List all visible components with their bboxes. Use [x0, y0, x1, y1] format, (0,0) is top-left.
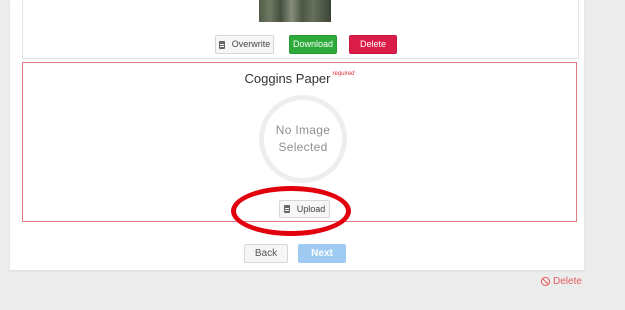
footer-delete-link[interactable]: Delete [541, 276, 582, 287]
document-thumbnail [259, 0, 331, 22]
coggins-paper-title: Coggins Paper required [23, 71, 576, 86]
coggins-paper-label: Coggins Paper [244, 71, 331, 86]
file-icon [218, 40, 225, 49]
no-image-placeholder: No Image Selected [259, 95, 347, 183]
overwrite-label: Overwrite [231, 39, 271, 49]
back-button[interactable]: Back [244, 244, 288, 263]
next-button[interactable]: Next [298, 244, 346, 263]
delete-label: Delete [359, 39, 386, 49]
no-image-text: No Image Selected [275, 123, 331, 154]
overwrite-button[interactable]: Overwrite [215, 35, 274, 54]
back-label: Back [254, 247, 278, 259]
upload-button[interactable]: Upload [279, 200, 330, 218]
upload-label: Upload [296, 203, 326, 214]
coggins-paper-section: Coggins Paper required No Image Selected … [22, 62, 577, 222]
previous-document-section: Overwrite Download Delete [22, 0, 579, 59]
ban-icon [541, 277, 550, 286]
form-card: Overwrite Download Delete Coggins Paper r… [10, 0, 584, 270]
delete-button[interactable]: Delete [349, 35, 397, 54]
footer-delete-label: Delete [553, 276, 582, 287]
download-label: Download [292, 39, 334, 49]
required-label: required [332, 71, 355, 77]
download-button[interactable]: Download [289, 35, 337, 54]
file-icon [283, 205, 290, 213]
next-label: Next [311, 247, 333, 259]
